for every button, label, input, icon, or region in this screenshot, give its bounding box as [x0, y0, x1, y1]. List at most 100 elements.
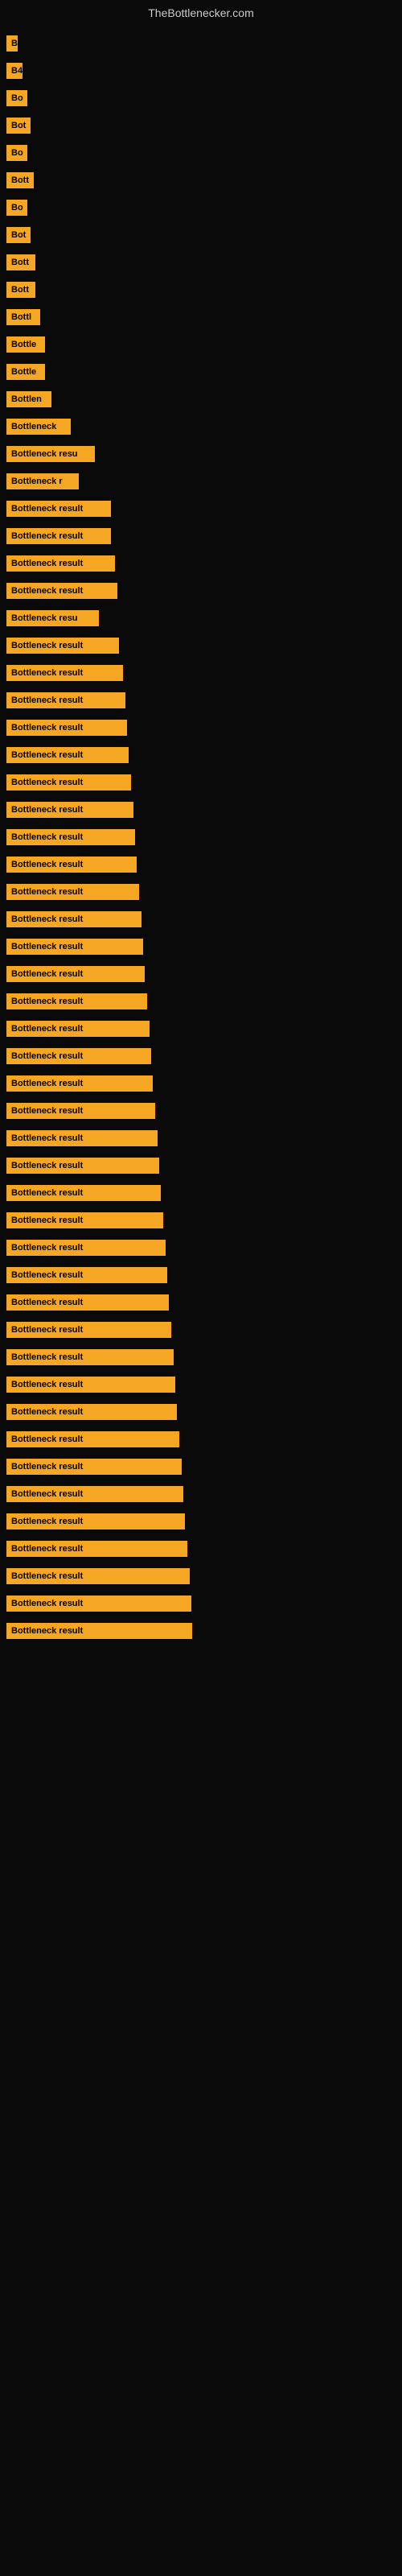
rows-container: BB4BoBotBoBottBoBotBottBottBottlBottleBo… — [0, 23, 402, 1653]
label-badge: Bottleneck result — [6, 583, 117, 599]
list-item: B — [0, 31, 402, 56]
list-item: Bottleneck result — [0, 1426, 402, 1452]
list-item: Bottleneck result — [0, 660, 402, 686]
list-item: Bottleneck result — [0, 742, 402, 768]
list-item: Bo — [0, 195, 402, 221]
label-badge: Bottleneck result — [6, 1021, 150, 1037]
list-item: Bot — [0, 113, 402, 138]
list-item: Bottleneck result — [0, 1509, 402, 1534]
label-badge: B — [6, 35, 18, 52]
label-badge: Bottleneck result — [6, 966, 145, 982]
label-badge: B4 — [6, 63, 23, 79]
list-item: Bottleneck result — [0, 523, 402, 549]
list-item: Bottleneck result — [0, 1372, 402, 1397]
label-badge: Bottleneck result — [6, 1513, 185, 1530]
label-badge: Bottleneck result — [6, 939, 143, 955]
label-badge: Bottleneck result — [6, 1596, 191, 1612]
label-badge: Bottleneck result — [6, 555, 115, 572]
list-item: Bot — [0, 222, 402, 248]
label-badge: Bottleneck — [6, 419, 71, 435]
label-badge: Bottleneck result — [6, 1267, 167, 1283]
label-badge: Bottleneck result — [6, 747, 129, 763]
label-badge: Bottleneck result — [6, 1377, 175, 1393]
label-badge: Bott — [6, 172, 34, 188]
list-item: Bottleneck result — [0, 1071, 402, 1096]
label-badge: Bottleneck result — [6, 501, 111, 517]
label-badge: Bott — [6, 282, 35, 298]
label-badge: Bottleneck result — [6, 774, 131, 791]
label-badge: Bottleneck result — [6, 1404, 177, 1420]
list-item: Bottleneck result — [0, 578, 402, 604]
label-badge: Bottleneck result — [6, 884, 139, 900]
list-item: Bott — [0, 250, 402, 275]
list-item: Bottleneck result — [0, 1180, 402, 1206]
list-item: Bottleneck result — [0, 1536, 402, 1562]
list-item: Bottleneck result — [0, 1208, 402, 1233]
label-badge: Bott — [6, 254, 35, 270]
label-badge: Bottleneck result — [6, 1240, 166, 1256]
list-item: Bottleneck result — [0, 1235, 402, 1261]
list-item: Bottleneck result — [0, 824, 402, 850]
label-badge: Bottleneck result — [6, 1541, 187, 1557]
label-badge: Bo — [6, 145, 27, 161]
list-item: Bottleneck result — [0, 852, 402, 877]
label-badge: Bottleneck result — [6, 1212, 163, 1228]
label-badge: Bottleneck result — [6, 1294, 169, 1311]
label-badge: Bottleneck result — [6, 692, 125, 708]
label-badge: Bottleneck r — [6, 473, 79, 489]
label-badge: Bottleneck result — [6, 911, 142, 927]
label-badge: Bottleneck result — [6, 802, 133, 818]
label-badge: Bo — [6, 200, 27, 216]
label-badge: Bottleneck result — [6, 829, 135, 845]
label-badge: Bottleneck result — [6, 1048, 151, 1064]
list-item: Bott — [0, 277, 402, 303]
list-item: Bottleneck result — [0, 1153, 402, 1179]
label-badge: Bottleneck result — [6, 1130, 158, 1146]
list-item: Bottleneck result — [0, 1317, 402, 1343]
list-item: Bottleneck result — [0, 1262, 402, 1288]
label-badge: Bottleneck result — [6, 1103, 155, 1119]
list-item: Bottle — [0, 359, 402, 385]
label-badge: Bottleneck result — [6, 993, 147, 1009]
list-item: Bo — [0, 85, 402, 111]
list-item: Bottleneck result — [0, 1618, 402, 1644]
list-item: Bottleneck result — [0, 1016, 402, 1042]
label-badge: Bottleneck resu — [6, 610, 99, 626]
label-badge: Bottleneck result — [6, 1623, 192, 1639]
label-badge: Bottleneck result — [6, 638, 119, 654]
label-badge: Bottleneck resu — [6, 446, 95, 462]
label-badge: Bottle — [6, 336, 45, 353]
list-item: Bottleneck result — [0, 906, 402, 932]
list-item: Bottleneck resu — [0, 605, 402, 631]
list-item: Bottleneck result — [0, 797, 402, 823]
list-item: Bottleneck resu — [0, 441, 402, 467]
label-badge: Bot — [6, 118, 31, 134]
list-item: Bottleneck result — [0, 989, 402, 1014]
label-badge: Bottle — [6, 364, 45, 380]
list-item: Bottle — [0, 332, 402, 357]
label-badge: Bottleneck result — [6, 1568, 190, 1584]
list-item: Bottleneck result — [0, 1098, 402, 1124]
list-item: Bottleneck result — [0, 633, 402, 658]
list-item: Bottleneck result — [0, 1591, 402, 1616]
label-badge: Bottleneck result — [6, 1158, 159, 1174]
list-item: Bottleneck result — [0, 1454, 402, 1480]
label-badge: Bottleneck result — [6, 857, 137, 873]
list-item: Bottleneck result — [0, 715, 402, 741]
list-item: Bottleneck result — [0, 551, 402, 576]
label-badge: Bottleneck result — [6, 1486, 183, 1502]
list-item: Bottleneck result — [0, 1043, 402, 1069]
label-badge: Bottleneck result — [6, 665, 123, 681]
list-item: Bottleneck result — [0, 961, 402, 987]
list-item: Bottleneck result — [0, 1399, 402, 1425]
label-badge: Bottleneck result — [6, 1185, 161, 1201]
label-badge: Bottlen — [6, 391, 51, 407]
list-item: Bottleneck result — [0, 687, 402, 713]
list-item: Bottleneck result — [0, 879, 402, 905]
site-title: TheBottlenecker.com — [0, 0, 402, 23]
list-item: Bottleneck result — [0, 1290, 402, 1315]
label-badge: Bottleneck result — [6, 1322, 171, 1338]
list-item: Bottleneck result — [0, 934, 402, 960]
label-badge: Bottleneck result — [6, 528, 111, 544]
list-item: Bott — [0, 167, 402, 193]
